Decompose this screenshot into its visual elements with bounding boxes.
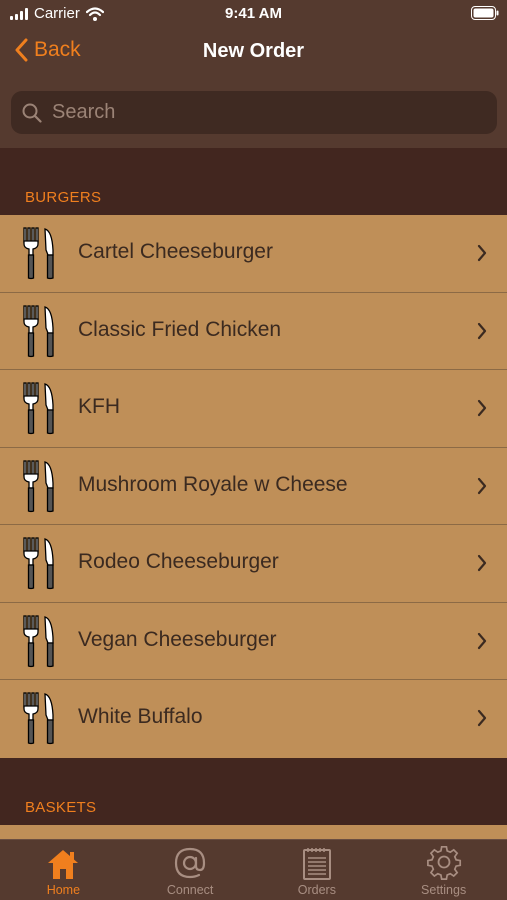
item-label: Cartel Cheeseburger — [78, 240, 273, 263]
section-header-burgers: BURGERS — [25, 189, 102, 206]
tab-home[interactable]: Home — [0, 840, 127, 900]
cutlery-icon — [23, 227, 54, 280]
cutlery-icon — [23, 459, 54, 512]
home-icon — [48, 850, 79, 879]
tab-label: Home — [46, 883, 81, 897]
cutlery-icon — [23, 614, 54, 667]
menu-list: BURGERS Cartel Cheeseburger Classic Frie… — [0, 148, 507, 865]
list-item[interactable]: Classic Fried Chicken — [0, 292, 507, 370]
cutlery-icon — [23, 382, 54, 435]
tab-bar: Home Connect Orders Settings — [0, 839, 507, 900]
gear-icon — [426, 845, 461, 880]
list-item[interactable]: KFH — [0, 370, 507, 448]
item-label: Classic Fried Chicken — [78, 317, 282, 341]
cutlery-icon — [23, 692, 54, 745]
navigation-bar: Back New Order — [0, 28, 507, 78]
search-icon — [22, 103, 42, 123]
notepad-icon — [302, 848, 331, 880]
search-bar — [0, 78, 507, 148]
tab-connect[interactable]: Connect — [127, 840, 254, 900]
item-label: White Buffalo — [78, 705, 203, 728]
list-item[interactable]: Mushroom Royale w Cheese — [0, 447, 507, 525]
list-item[interactable]: Vegan Cheeseburger — [0, 602, 507, 680]
list-item[interactable]: Cartel Cheeseburger — [0, 215, 507, 293]
page-title: New Order — [202, 40, 305, 62]
search-input[interactable] — [50, 100, 474, 125]
at-icon — [175, 847, 206, 879]
search-field[interactable] — [11, 91, 497, 134]
item-label: Rodeo Cheeseburger — [78, 550, 279, 573]
chevron-right-icon — [477, 554, 487, 572]
chevron-right-icon — [477, 709, 487, 727]
chevron-right-icon — [477, 322, 487, 339]
chevron-right-icon — [477, 477, 487, 494]
status-bar: Carrier 9:41 AM — [0, 0, 507, 28]
chevron-right-icon — [477, 244, 487, 262]
section-header-baskets: BASKETS — [25, 798, 97, 816]
item-label: KFH — [78, 395, 120, 418]
list-item[interactable]: Rodeo Cheeseburger — [0, 525, 507, 603]
burgers-items: Cartel Cheeseburger Classic Fried Chicke… — [0, 215, 507, 758]
item-label: Vegan Cheeseburger — [78, 627, 277, 651]
tab-settings[interactable]: Settings — [380, 840, 507, 900]
item-label: Mushroom Royale w Cheese — [78, 472, 348, 496]
chevron-right-icon — [477, 399, 487, 417]
tab-label: Connect — [166, 883, 214, 897]
cutlery-icon — [23, 304, 54, 357]
tab-label: Settings — [421, 883, 467, 897]
tab-orders[interactable]: Orders — [254, 840, 381, 900]
battery-icon — [471, 6, 499, 24]
status-time: 9:41 AM — [225, 5, 282, 22]
list-item[interactable]: White Buffalo — [0, 680, 507, 758]
chevron-right-icon — [477, 632, 487, 649]
tab-label: Orders — [297, 883, 336, 897]
cutlery-icon — [23, 537, 54, 590]
